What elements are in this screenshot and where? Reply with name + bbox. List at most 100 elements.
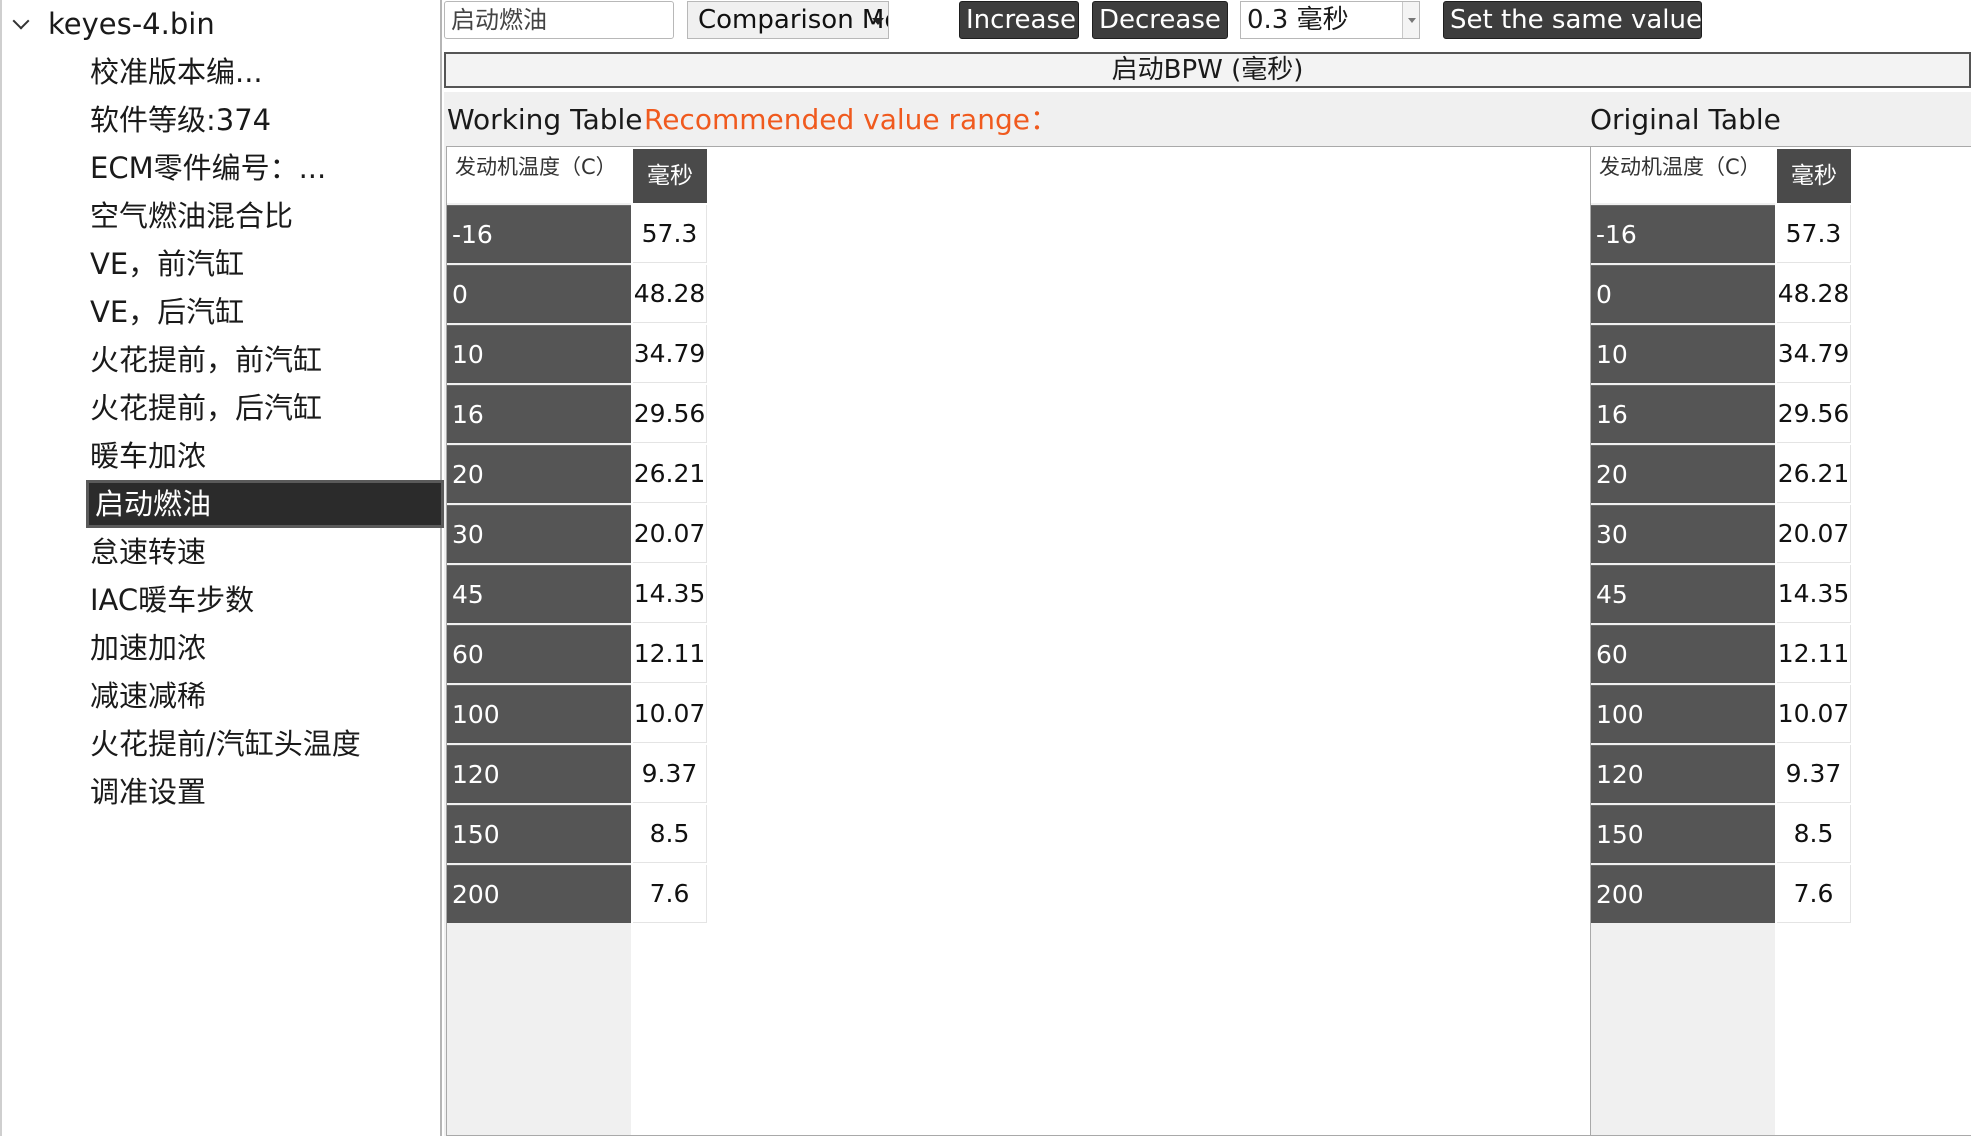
temperature-cell: 16 <box>1591 385 1775 443</box>
working-table-heading: Working Table <box>447 103 643 136</box>
ms-value-cell[interactable]: 57.3 <box>633 205 707 263</box>
combo-dropdown-icon[interactable] <box>1402 2 1419 38</box>
temperature-cell: 10 <box>447 325 631 383</box>
comparison-mode-label: Comparison Mode <box>698 5 888 35</box>
increase-button[interactable]: Increase <box>959 1 1079 39</box>
table-row: 16 29.56 <box>447 385 709 445</box>
recommended-range-label: Recommended value range： <box>644 103 1058 136</box>
ms-value-cell: 20.07 <box>1777 505 1851 563</box>
table-row: 20 26.21 <box>1591 445 1853 505</box>
table-row: 16 29.56 <box>1591 385 1853 445</box>
ms-value-cell[interactable]: 34.79 <box>633 325 707 383</box>
ms-value-cell: 48.28 <box>1777 265 1851 323</box>
table-row: 30 20.07 <box>447 505 709 565</box>
tree-item-list: 校准版本编... 软件等级:374 ECM零件编号：... 空气燃油混合比 VE… <box>86 48 444 816</box>
step-value-combo[interactable]: 0.3 毫秒 <box>1240 1 1420 39</box>
tree-item-software-level[interactable]: 软件等级:374 <box>86 96 444 144</box>
ms-value-cell[interactable]: 29.56 <box>633 385 707 443</box>
tree-item-air-fuel-ratio[interactable]: 空气燃油混合比 <box>86 192 444 240</box>
tree-item-ecm-part-number[interactable]: ECM零件编号：... <box>86 144 444 192</box>
ms-value-cell: 12.11 <box>1777 625 1851 683</box>
comparison-mode-select[interactable]: Comparison Mode <box>687 1 889 39</box>
table-row: 10 34.79 <box>1591 325 1853 385</box>
ms-value-cell[interactable]: 10.07 <box>633 685 707 743</box>
ms-value-cell: 10.07 <box>1777 685 1851 743</box>
table-row: -16 57.3 <box>447 205 709 265</box>
ms-value-cell: 8.5 <box>1777 805 1851 863</box>
table-row: 120 9.37 <box>1591 745 1853 805</box>
original-table-grid: 发动机温度（C） 毫秒 -16 57.3 0 48.28 10 34.79 16 29.56 2… <box>1590 146 1971 1136</box>
table-row: 150 8.5 <box>447 805 709 865</box>
temperature-cell: 0 <box>1591 265 1775 323</box>
axis-header: 发动机温度（C） <box>1591 147 1775 203</box>
toolbar: 启动燃油 Comparison Mode Increase Decrease 0… <box>444 0 1971 42</box>
temperature-cell: 100 <box>447 685 631 743</box>
table-row: 60 12.11 <box>447 625 709 685</box>
ms-value-cell: 14.35 <box>1777 565 1851 623</box>
ms-value-cell[interactable]: 12.11 <box>633 625 707 683</box>
set-same-value-button[interactable]: Set the same value <box>1443 1 1702 39</box>
temperature-cell: -16 <box>447 205 631 263</box>
decrease-button[interactable]: Decrease <box>1092 1 1228 39</box>
tree-item-spark-head-temp[interactable]: 火花提前/汽缸头温度 <box>86 720 444 768</box>
ms-value-cell[interactable]: 48.28 <box>633 265 707 323</box>
unit-header: 毫秒 <box>633 149 707 203</box>
tree-item-decel-enleanment[interactable]: 减速减稀 <box>86 672 444 720</box>
table-row: 45 14.35 <box>447 565 709 625</box>
ms-value-cell[interactable]: 26.21 <box>633 445 707 503</box>
tree-root-node[interactable]: keyes-4.bin <box>12 4 215 44</box>
table-row: 100 10.07 <box>1591 685 1853 745</box>
temperature-cell: 20 <box>447 445 631 503</box>
map-title-bar: 启动BPW (毫秒) <box>444 52 1971 88</box>
axis-header: 发动机温度（C） <box>447 147 631 203</box>
tree-item-accel-enrichment[interactable]: 加速加浓 <box>86 624 444 672</box>
temperature-cell: 30 <box>447 505 631 563</box>
ms-value-cell[interactable]: 7.6 <box>633 865 707 923</box>
tree-item-iac-warmup-steps[interactable]: IAC暖车步数 <box>86 576 444 624</box>
temperature-cell: 16 <box>447 385 631 443</box>
ms-value-cell: 7.6 <box>1777 865 1851 923</box>
tree-root-label: keyes-4.bin <box>48 7 215 41</box>
map-name-input[interactable]: 启动燃油 <box>444 1 674 39</box>
temperature-cell: 45 <box>447 565 631 623</box>
ms-value-cell[interactable]: 9.37 <box>633 745 707 803</box>
table-row: 200 7.6 <box>1591 865 1853 925</box>
temperature-cell: 120 <box>447 745 631 803</box>
temperature-cell: 60 <box>447 625 631 683</box>
ms-value-cell[interactable]: 8.5 <box>633 805 707 863</box>
temperature-cell: 0 <box>447 265 631 323</box>
tree-item-spark-front[interactable]: 火花提前，前汽缸 <box>86 336 444 384</box>
tree-item-ve-front[interactable]: VE，前汽缸 <box>86 240 444 288</box>
temperature-cell: 150 <box>1591 805 1775 863</box>
chevron-down-icon[interactable] <box>12 14 32 34</box>
temperature-cell: 100 <box>1591 685 1775 743</box>
ms-value-cell: 34.79 <box>1777 325 1851 383</box>
file-tree-sidebar: keyes-4.bin 校准版本编... 软件等级:374 ECM零件编号：..… <box>0 0 444 1136</box>
table-row: 200 7.6 <box>447 865 709 925</box>
table-row: 60 12.11 <box>1591 625 1853 685</box>
unit-header: 毫秒 <box>1777 149 1851 203</box>
ms-value-cell: 9.37 <box>1777 745 1851 803</box>
table-row: 45 14.35 <box>1591 565 1853 625</box>
temperature-cell: 45 <box>1591 565 1775 623</box>
table-row: 10 34.79 <box>447 325 709 385</box>
ms-value-cell: 57.3 <box>1777 205 1851 263</box>
tree-item-tuning-settings[interactable]: 调准设置 <box>86 768 444 816</box>
dropdown-arrow-icon <box>872 18 884 25</box>
temperature-cell: 120 <box>1591 745 1775 803</box>
tree-item-spark-rear[interactable]: 火花提前，后汽缸 <box>86 384 444 432</box>
table-row: 120 9.37 <box>447 745 709 805</box>
temperature-cell: 60 <box>1591 625 1775 683</box>
temperature-cell: 20 <box>1591 445 1775 503</box>
ms-value-cell[interactable]: 20.07 <box>633 505 707 563</box>
temperature-cell: 10 <box>1591 325 1775 383</box>
tree-item-warmup-enrichment[interactable]: 暖车加浓 <box>86 432 444 480</box>
tree-item-calibration-version[interactable]: 校准版本编... <box>86 48 444 96</box>
temperature-cell: 200 <box>447 865 631 923</box>
ms-value-cell[interactable]: 14.35 <box>633 565 707 623</box>
original-table-heading: Original Table <box>1590 103 1781 136</box>
tree-item-cranking-fuel[interactable]: 启动燃油 <box>86 480 444 528</box>
tree-item-ve-rear[interactable]: VE，后汽缸 <box>86 288 444 336</box>
working-table-grid[interactable]: 发动机温度（C） 毫秒 -16 57.3 0 48.28 10 34.79 16 29.56 2… <box>446 146 1591 1136</box>
tree-item-idle-rpm[interactable]: 怠速转速 <box>86 528 444 576</box>
